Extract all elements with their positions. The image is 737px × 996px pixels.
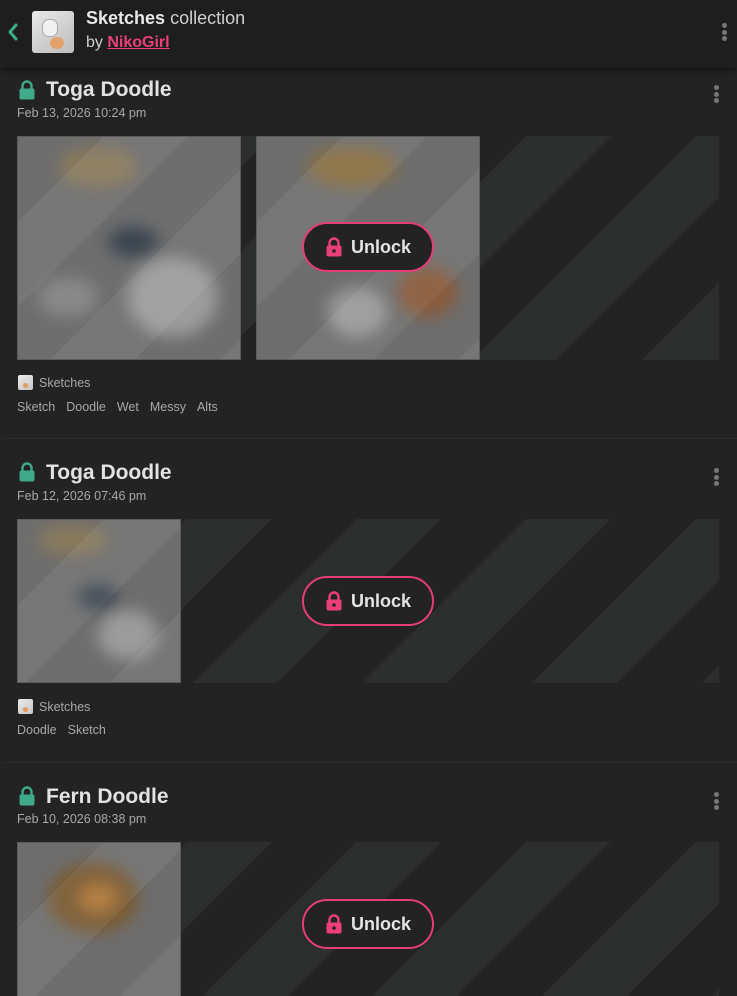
post-collection-link[interactable]: Sketches	[18, 375, 90, 390]
collection-label: Sketches	[39, 699, 91, 714]
by-prefix: by	[86, 34, 108, 51]
unlock-label: Unlock	[350, 913, 411, 934]
post-divider	[4, 438, 737, 439]
post-menu-button[interactable]	[711, 82, 721, 106]
unlock-label: Unlock	[350, 590, 411, 611]
collection-suffix: collection	[165, 8, 246, 28]
collection-title: Sketches collection	[86, 8, 245, 29]
kebab-menu-icon	[713, 792, 719, 797]
post-title[interactable]: Toga Doodle	[46, 78, 172, 102]
post-card: Toga Doodle Feb 12, 2026 07:46 pm Unlock…	[0, 451, 737, 762]
post-date: Feb 13, 2026 10:24 pm	[17, 106, 147, 120]
collection-author-line: by NikoGirl	[86, 34, 170, 52]
header-menu-button[interactable]	[719, 20, 729, 44]
lock-icon	[19, 462, 35, 482]
collection-name: Sketches	[86, 8, 166, 28]
back-button[interactable]	[2, 18, 24, 46]
post-card: Fern Doodle Feb 10, 2026 08:38 pm Unlock	[0, 775, 737, 996]
tag[interactable]: Doodle	[17, 723, 57, 737]
post-title[interactable]: Toga Doodle	[46, 461, 172, 485]
tag[interactable]: Sketch	[68, 723, 106, 737]
author-link[interactable]: NikoGirl	[107, 34, 169, 51]
lock-icon	[19, 80, 35, 100]
kebab-menu-icon	[713, 85, 719, 90]
unlock-button[interactable]: Unlock	[302, 222, 434, 272]
tag[interactable]: Messy	[150, 400, 186, 414]
lock-icon	[326, 914, 342, 934]
post-date: Feb 10, 2026 08:38 pm	[17, 812, 147, 826]
tag-list: Doodle Sketch	[17, 723, 106, 737]
collection-label: Sketches	[39, 375, 91, 390]
lock-icon	[326, 591, 342, 611]
collection-header: Sketches collection by NikoGirl	[0, 0, 737, 68]
blurred-image[interactable]	[17, 842, 181, 996]
collection-thumbnail	[32, 11, 74, 53]
tag[interactable]: Alts	[197, 400, 218, 414]
unlock-label: Unlock	[350, 236, 411, 257]
collection-thumbnail	[18, 699, 33, 714]
post-menu-button[interactable]	[711, 789, 721, 813]
blurred-image[interactable]	[17, 136, 241, 360]
tag[interactable]: Doodle	[66, 400, 106, 414]
blurred-image[interactable]	[17, 519, 181, 683]
unlock-button[interactable]: Unlock	[302, 899, 434, 949]
post-title[interactable]: Fern Doodle	[46, 785, 169, 809]
kebab-menu-icon	[721, 23, 727, 28]
post-menu-button[interactable]	[711, 465, 721, 489]
collection-thumbnail	[18, 375, 33, 390]
post-divider	[4, 762, 737, 763]
post-card: Toga Doodle Feb 13, 2026 10:24 pm Unlock	[0, 68, 737, 438]
tag[interactable]: Wet	[117, 400, 139, 414]
lock-icon	[326, 237, 342, 257]
tag-list: Sketch Doodle Wet Messy Alts	[17, 400, 218, 414]
chevron-left-icon	[8, 23, 18, 41]
kebab-menu-icon	[713, 468, 719, 473]
post-date: Feb 12, 2026 07:46 pm	[17, 489, 147, 503]
unlock-button[interactable]: Unlock	[302, 576, 434, 626]
tag[interactable]: Sketch	[17, 400, 55, 414]
post-collection-link[interactable]: Sketches	[18, 699, 90, 714]
lock-icon	[19, 786, 35, 806]
